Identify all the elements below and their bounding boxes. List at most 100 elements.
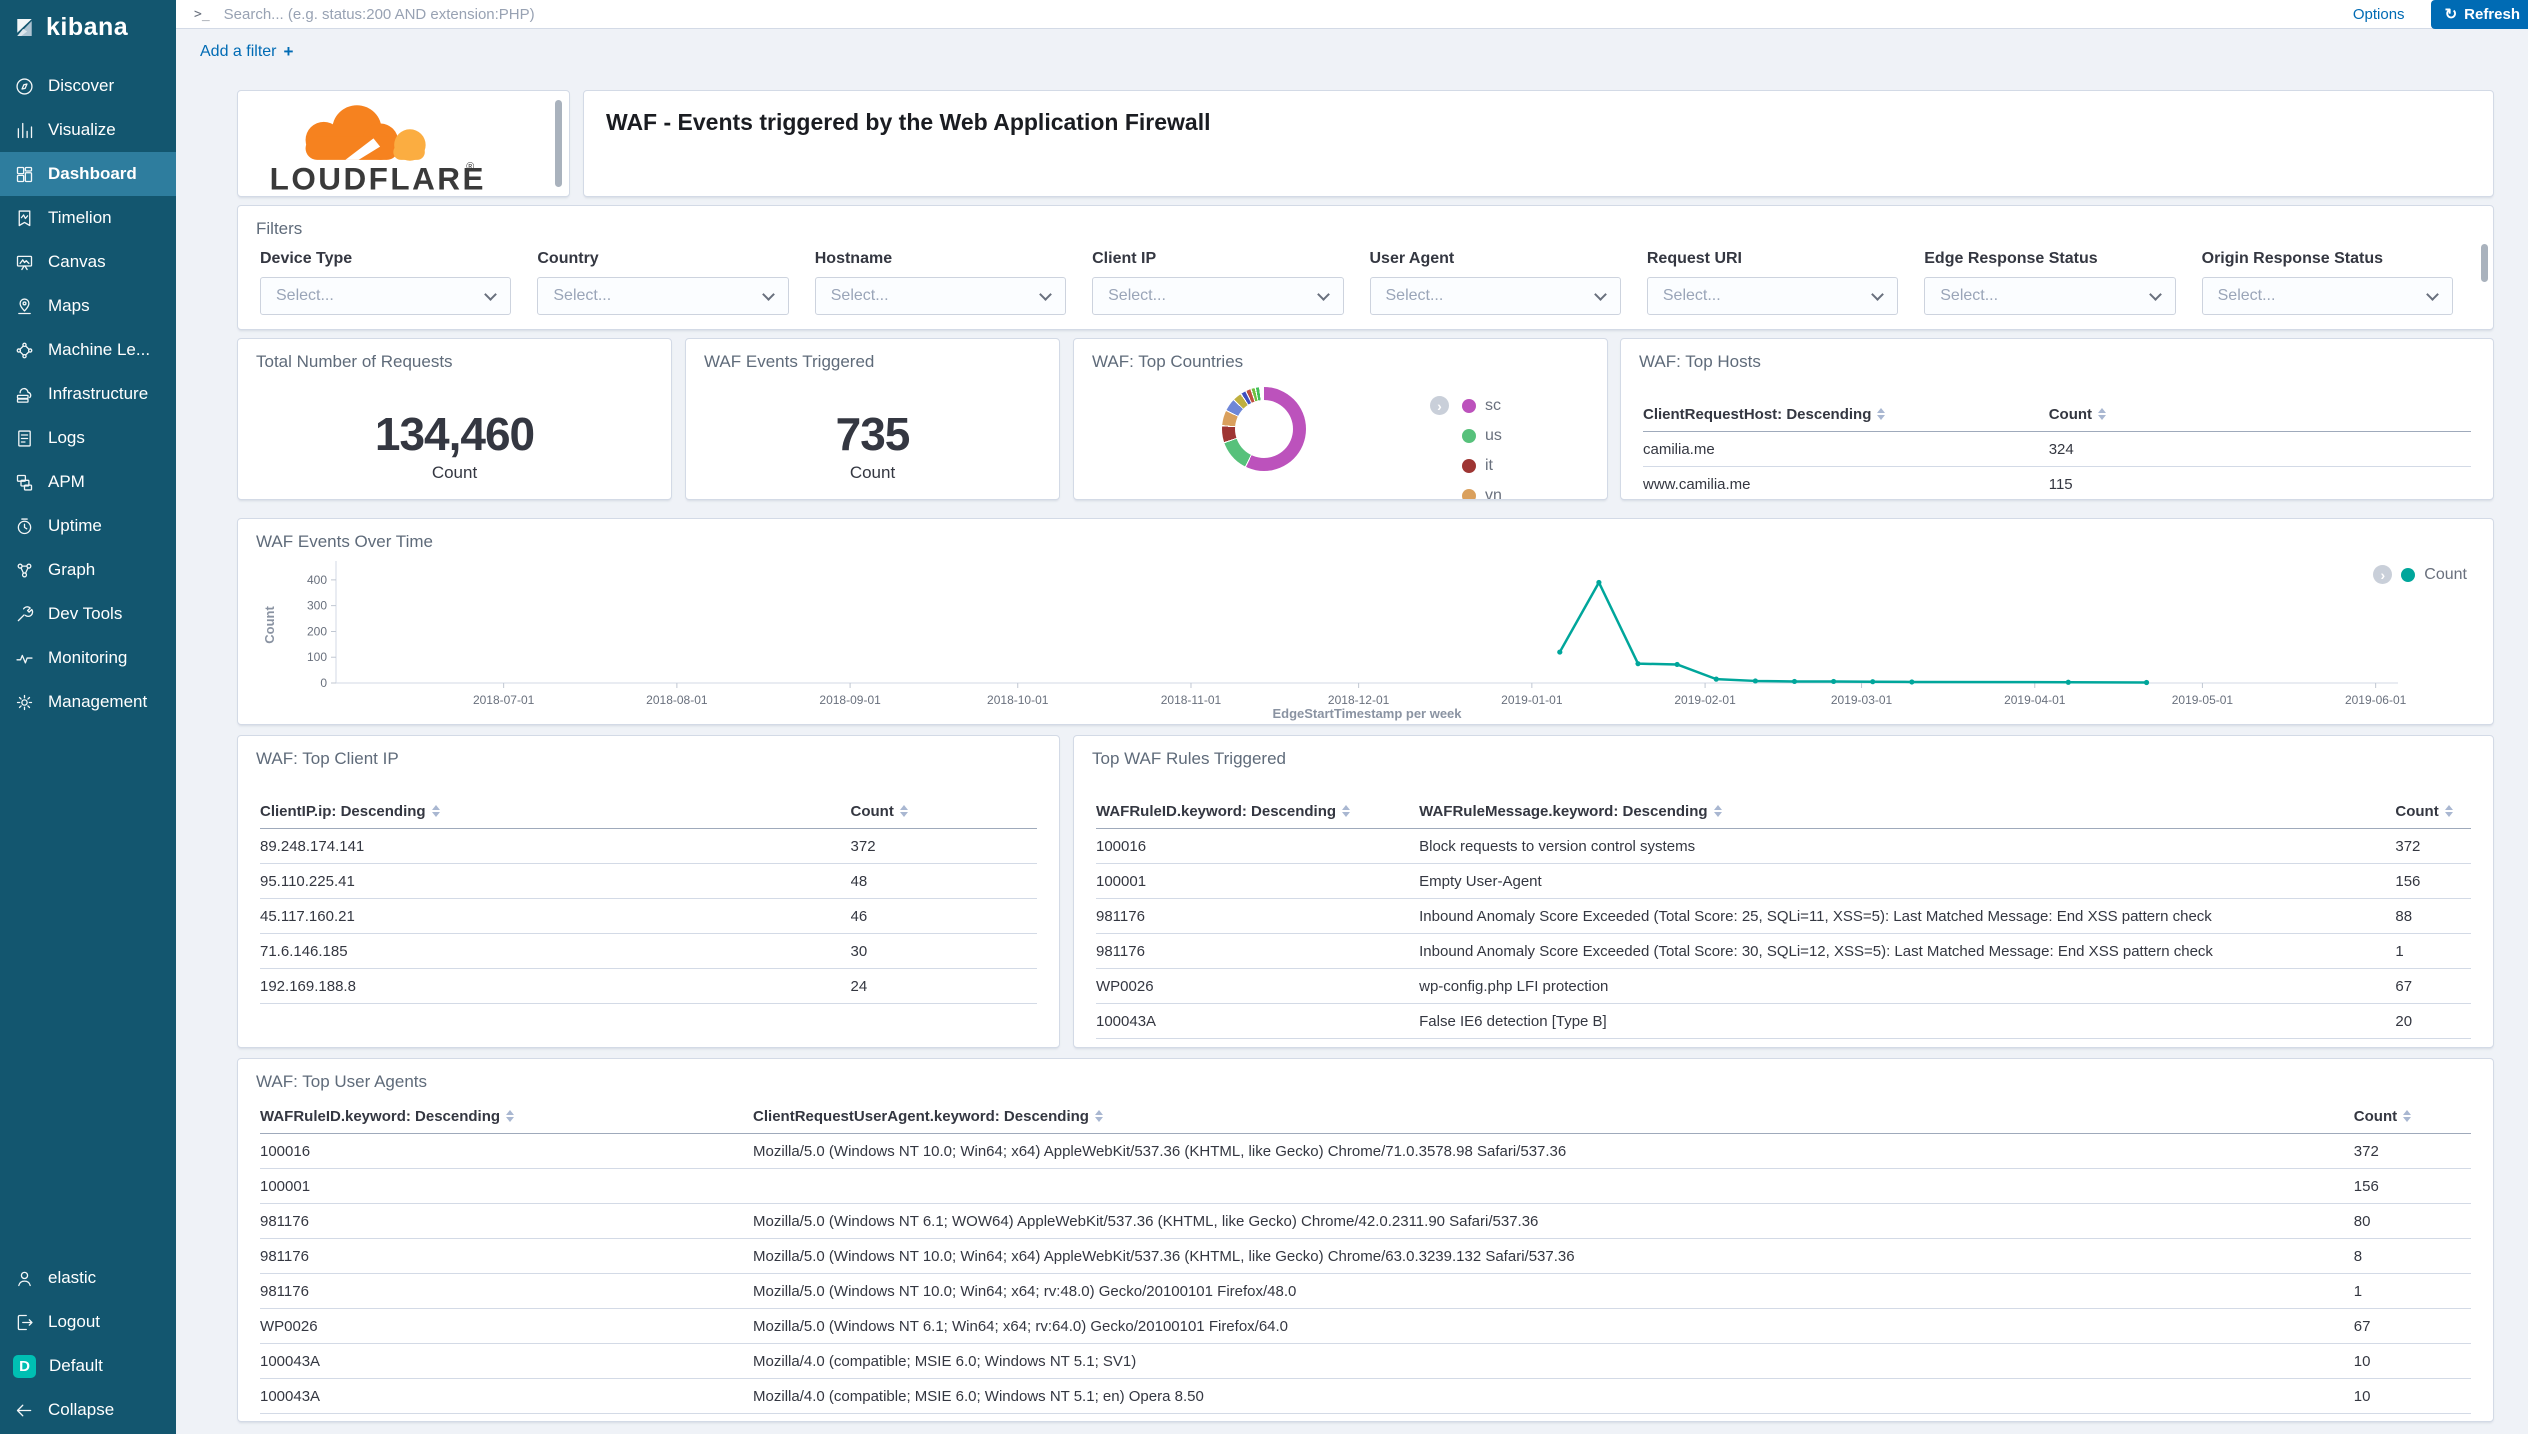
panel-events-over-time: WAF Events Over Time › Count 01002003004…	[237, 518, 2494, 725]
kibana-logo-row[interactable]: kibana	[0, 0, 176, 42]
table-cell: 115	[2049, 476, 2471, 493]
column-header-count[interactable]: Count	[2395, 803, 2471, 820]
legend-item-vn[interactable]: vn	[1462, 481, 1502, 500]
column-header-clientrequestuseragent-keyword-descending[interactable]: ClientRequestUserAgent.keyword: Descendi…	[753, 1108, 2354, 1125]
panel-top-countries: WAF: Top Countries › scusitvn	[1073, 338, 1608, 500]
table-row: 100016Mozilla/5.0 (Windows NT 10.0; Win6…	[260, 1134, 2471, 1169]
table-cell: Inbound Anomaly Score Exceeded (Total Sc…	[1419, 943, 2395, 960]
column-header-count[interactable]: Count	[2354, 1108, 2471, 1125]
column-header-wafrulemessage-keyword-descending[interactable]: WAFRuleMessage.keyword: Descending	[1419, 803, 2395, 820]
column-header-wafruleid-keyword-descending[interactable]: WAFRuleID.keyword: Descending	[260, 1108, 753, 1125]
sidebar-item-apm[interactable]: APM	[0, 460, 176, 504]
sort-icon[interactable]	[1877, 408, 1885, 420]
sidebar-item-dashboard[interactable]: Dashboard	[0, 152, 176, 196]
sidebar-item-graph[interactable]: Graph	[0, 548, 176, 592]
filter-select-hostname[interactable]: Select...	[815, 277, 1066, 315]
table-cell: 8	[2354, 1248, 2471, 1265]
filter-field-origin-response-status: Origin Response StatusSelect...	[2202, 250, 2453, 315]
refresh-button[interactable]: ↻ Refresh	[2431, 0, 2528, 29]
filter-label: Hostname	[815, 250, 1066, 268]
table-cell: 981176	[1096, 943, 1419, 960]
column-header-count[interactable]: Count	[851, 803, 1037, 820]
sort-icon[interactable]	[1714, 805, 1722, 817]
app-title: kibana	[46, 13, 128, 42]
panel-scrollbar[interactable]	[555, 100, 562, 187]
sidebar-item-canvas[interactable]: Canvas	[0, 240, 176, 284]
sidebar-item-label: Graph	[48, 560, 95, 580]
filter-field-edge-response-status: Edge Response StatusSelect...	[1924, 250, 2175, 315]
filter-select-request-uri[interactable]: Select...	[1647, 277, 1898, 315]
filter-select-edge-response-status[interactable]: Select...	[1924, 277, 2175, 315]
table-cell: 24	[851, 978, 1037, 995]
sidebar-item-uptime[interactable]: Uptime	[0, 504, 176, 548]
column-header-clientrequesthost-descending[interactable]: ClientRequestHost: Descending	[1643, 406, 2049, 423]
table-cell: 156	[2395, 873, 2471, 890]
sidebar-item-monitoring[interactable]: Monitoring	[0, 636, 176, 680]
sort-icon[interactable]	[506, 1110, 514, 1122]
table-cell: 48	[851, 873, 1037, 890]
sidebar-item-logout[interactable]: Logout	[0, 1300, 176, 1344]
table-row: WP0026Mozilla/5.0 (Windows NT 6.1; Win64…	[260, 1309, 2471, 1344]
panel-scrollbar[interactable]	[2481, 244, 2488, 282]
sort-icon[interactable]	[2098, 408, 2106, 420]
sidebar-item-discover[interactable]: Discover	[0, 64, 176, 108]
filter-select-device-type[interactable]: Select...	[260, 277, 511, 315]
svg-text:100: 100	[307, 650, 327, 664]
column-header-count[interactable]: Count	[2049, 406, 2471, 423]
sort-icon[interactable]	[900, 805, 908, 817]
sidebar-nav: DiscoverVisualizeDashboardTimelionCanvas…	[0, 64, 176, 724]
sidebar-item-machine-le[interactable]: Machine Le...	[0, 328, 176, 372]
table-cell: 20	[2395, 1013, 2471, 1030]
column-header-clientip-ip-descending[interactable]: ClientIP.ip: Descending	[260, 803, 851, 820]
filter-field-client-ip: Client IPSelect...	[1092, 250, 1343, 315]
select-placeholder: Select...	[553, 287, 611, 305]
filter-select-user-agent[interactable]: Select...	[1370, 277, 1621, 315]
add-filter-button[interactable]: Add a filter +	[194, 41, 299, 63]
filter-select-client-ip[interactable]: Select...	[1092, 277, 1343, 315]
legend-item-us[interactable]: us	[1462, 421, 1502, 451]
sidebar-item-visualize[interactable]: Visualize	[0, 108, 176, 152]
table-cell: 45.117.160.21	[260, 908, 851, 925]
sidebar-item-infrastructure[interactable]: Infrastructure	[0, 372, 176, 416]
panel-title: Top WAF Rules Triggered	[1092, 749, 1286, 769]
filter-select-origin-response-status[interactable]: Select...	[2202, 277, 2453, 315]
sidebar-item-elastic[interactable]: elastic	[0, 1256, 176, 1300]
sidebar-item-dev-tools[interactable]: Dev Tools	[0, 592, 176, 636]
sidebar-item-timelion[interactable]: Timelion	[0, 196, 176, 240]
options-button[interactable]: Options	[2347, 5, 2411, 24]
sort-icon[interactable]	[432, 805, 440, 817]
sort-icon[interactable]	[2445, 805, 2453, 817]
select-placeholder: Select...	[276, 287, 334, 305]
legend-toggle-icon[interactable]: ›	[1430, 396, 1449, 415]
table-cell: 981176	[260, 1283, 753, 1300]
panel-title: WAF: Top User Agents	[256, 1072, 427, 1092]
sidebar-item-maps[interactable]: Maps	[0, 284, 176, 328]
table-cell: Inbound Anomaly Score Exceeded (Total Sc…	[1419, 908, 2395, 925]
search-input[interactable]	[222, 5, 2327, 24]
sidebar-item-default[interactable]: DDefault	[0, 1344, 176, 1388]
graph-icon	[13, 559, 35, 581]
donut-chart[interactable]	[1222, 387, 1306, 471]
legend-label: us	[1485, 427, 1502, 445]
filter-label: Device Type	[260, 250, 511, 268]
sidebar-item-label: Monitoring	[48, 648, 127, 668]
column-header-wafruleid-keyword-descending[interactable]: WAFRuleID.keyword: Descending	[1096, 803, 1419, 820]
table-row: 981176Mozilla/5.0 (Windows NT 10.0; Win6…	[260, 1239, 2471, 1274]
legend-item-it[interactable]: it	[1462, 451, 1502, 481]
maps-icon	[13, 295, 35, 317]
sidebar-item-logs[interactable]: Logs	[0, 416, 176, 460]
waf-events-line-chart[interactable]: 01002003004002018-07-012018-08-012018-09…	[258, 553, 2471, 723]
svg-text:2018-07-01: 2018-07-01	[473, 693, 535, 707]
table-cell: 67	[2354, 1318, 2471, 1335]
sidebar-item-management[interactable]: Management	[0, 680, 176, 724]
filter-field-country: CountrySelect...	[537, 250, 788, 315]
sidebar-item-collapse[interactable]: Collapse	[0, 1388, 176, 1432]
sort-icon[interactable]	[1342, 805, 1350, 817]
filter-select-country[interactable]: Select...	[537, 277, 788, 315]
select-placeholder: Select...	[831, 287, 889, 305]
sort-icon[interactable]	[2403, 1110, 2411, 1122]
sort-icon[interactable]	[1095, 1110, 1103, 1122]
legend-item-sc[interactable]: sc	[1462, 391, 1502, 421]
svg-text:®: ®	[466, 161, 474, 173]
table-cell: Mozilla/4.0 (compatible; MSIE 6.0; Windo…	[753, 1388, 2354, 1405]
